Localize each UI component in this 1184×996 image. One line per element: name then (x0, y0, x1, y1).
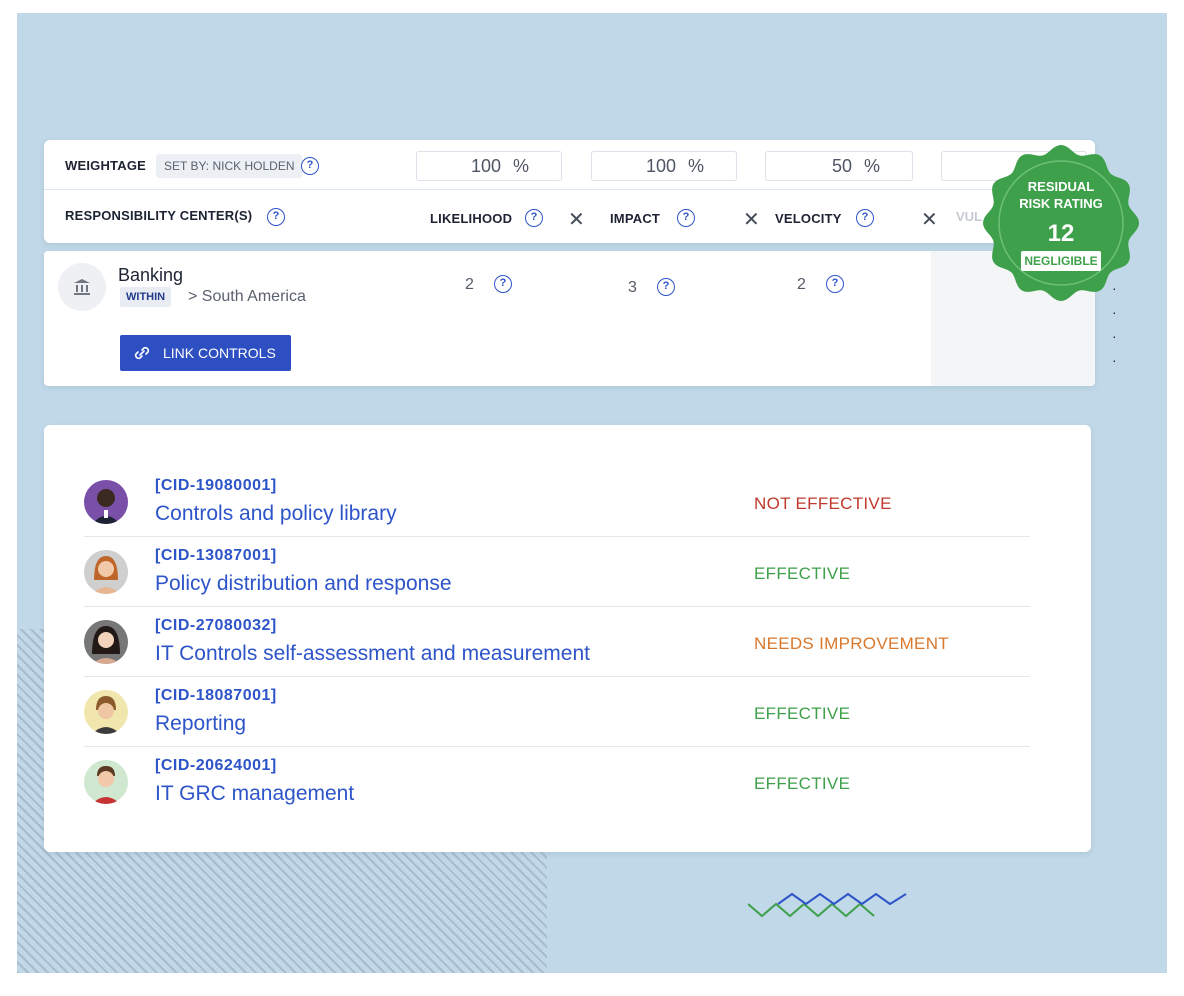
weightage-row: WEIGHTAGE SET BY: NICK HOLDEN ? 100 % 10… (44, 140, 1095, 190)
control-row[interactable]: [CID-19080001] Controls and policy libra… (84, 467, 1030, 537)
avatar (84, 690, 128, 734)
zigzag-decoration (748, 892, 907, 918)
set-by-badge: SET BY: NICK HOLDEN (156, 154, 303, 178)
residual-rating-badge: NEGLIGIBLE (1021, 251, 1101, 271)
likelihood-header: LIKELIHOOD (430, 211, 513, 226)
help-icon[interactable]: ? (657, 278, 675, 296)
weight-unit: % (512, 156, 529, 176)
control-row[interactable]: [CID-18087001] Reporting EFFECTIVE (84, 677, 1030, 747)
breadcrumb[interactable]: > South America (188, 288, 306, 306)
responsibility-center-label: RESPONSIBILITY CENTER(S) (65, 208, 253, 223)
control-row[interactable]: [CID-27080032] IT Controls self-assessme… (84, 607, 1030, 677)
control-status: EFFECTIVE (754, 564, 851, 583)
multiply-icon: ✕ (921, 209, 938, 231)
link-controls-label: LINK CONTROLS (163, 345, 276, 361)
weight-value: 50 (831, 156, 852, 176)
avatar (84, 480, 128, 524)
control-status: NOT EFFECTIVE (754, 494, 892, 513)
weight-unit: % (687, 156, 704, 176)
control-id[interactable]: [CID-27080032] (155, 617, 277, 635)
control-name[interactable]: IT GRC management (155, 782, 354, 806)
control-id[interactable]: [CID-20624001] (155, 757, 277, 775)
help-icon[interactable]: ? (267, 208, 285, 226)
weight-value: 100 (645, 156, 676, 176)
control-name[interactable]: IT Controls self-assessment and measurem… (155, 642, 590, 666)
help-icon[interactable]: ? (677, 209, 695, 227)
residual-risk-value: 12 (1047, 220, 1075, 247)
control-id[interactable]: [CID-19080001] (155, 477, 277, 495)
control-name[interactable]: Policy distribution and response (155, 572, 452, 596)
controls-card: [CID-19080001] Controls and policy libra… (44, 425, 1091, 852)
multiply-icon: ✕ (743, 209, 760, 231)
velocity-score: 2 (797, 276, 806, 293)
help-icon[interactable]: ? (826, 275, 844, 293)
velocity-header: VELOCITY (775, 211, 842, 226)
control-status: EFFECTIVE (754, 704, 851, 723)
control-name[interactable]: Controls and policy library (155, 502, 397, 526)
residual-risk-title: RESIDUAL RISK RATING (981, 178, 1141, 212)
help-icon[interactable]: ? (494, 275, 512, 293)
risk-weightage-panel: WEIGHTAGE SET BY: NICK HOLDEN ? 100 % 10… (44, 140, 1095, 243)
avatar (84, 760, 128, 804)
entity-name[interactable]: Banking (118, 265, 183, 286)
impact-header: IMPACT (610, 211, 661, 226)
control-status: NEEDS IMPROVEMENT (754, 634, 949, 653)
help-icon[interactable]: ? (301, 157, 319, 175)
entity-row: Banking WITHIN > South America 2 ? 3 ? 2… (44, 251, 1095, 386)
control-id[interactable]: [CID-18087001] (155, 687, 277, 705)
impact-score: 3 (628, 279, 637, 296)
control-name[interactable]: Reporting (155, 712, 246, 736)
residual-title-line1: RESIDUAL (1027, 179, 1095, 194)
within-badge: WITHIN (120, 287, 172, 307)
weight-unit: % (863, 156, 880, 176)
avatar (84, 620, 128, 664)
impact-weight-input[interactable]: 100 % (591, 151, 737, 181)
multiply-icon: ✕ (568, 209, 585, 231)
bank-icon (58, 263, 106, 311)
control-status: EFFECTIVE (754, 774, 851, 793)
likelihood-score: 2 (465, 276, 474, 293)
weight-value: 100 (470, 156, 501, 176)
help-icon[interactable]: ? (525, 209, 543, 227)
help-icon[interactable]: ? (856, 209, 874, 227)
vulnerability-header: VUL (956, 209, 982, 224)
control-row[interactable]: [CID-20624001] IT GRC management EFFECTI… (84, 747, 1030, 817)
link-icon (134, 346, 150, 360)
weightage-label: WEIGHTAGE (65, 158, 146, 173)
residual-title-line2: RISK RATING (1019, 196, 1103, 211)
control-id[interactable]: [CID-13087001] (155, 547, 277, 565)
avatar (84, 550, 128, 594)
link-controls-button[interactable]: LINK CONTROLS (120, 335, 291, 371)
control-row[interactable]: [CID-13087001] Policy distribution and r… (84, 537, 1030, 607)
velocity-weight-input[interactable]: 50 % (765, 151, 913, 181)
likelihood-weight-input[interactable]: 100 % (416, 151, 562, 181)
